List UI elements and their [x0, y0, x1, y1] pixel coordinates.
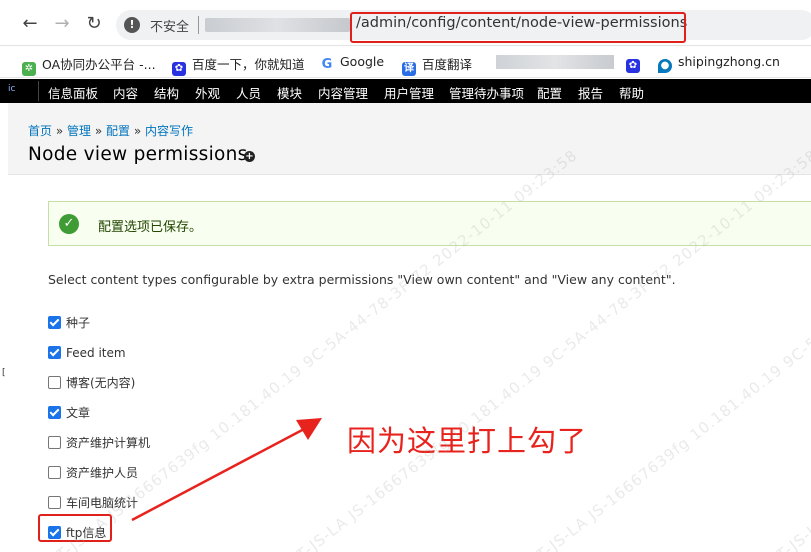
- annotation-arrow: [131, 418, 322, 522]
- arrow-line: [131, 426, 307, 522]
- annotation-text: 因为这里打上勾了: [347, 424, 588, 458]
- edge-mark: [: [2, 368, 6, 378]
- arrow-head: [296, 418, 322, 440]
